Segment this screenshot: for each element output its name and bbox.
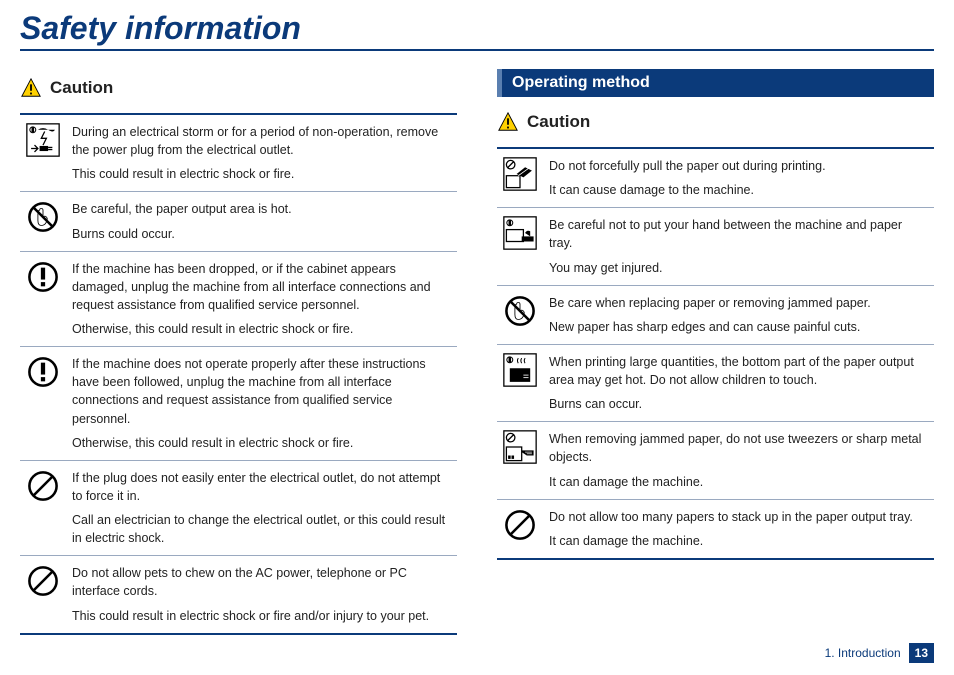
row-text: Be care when replacing paper or removing… xyxy=(543,285,934,344)
section-header-operating: Operating method xyxy=(497,69,934,97)
table-row: During an electrical storm or for a peri… xyxy=(20,114,457,192)
text-line: You may get injured. xyxy=(549,259,928,277)
caution-icon xyxy=(497,111,519,133)
table-row: Be careful, the paper output area is hot… xyxy=(20,192,457,251)
text-line: Do not forcefully pull the paper out dur… xyxy=(549,157,928,175)
text-line: Be careful not to put your hand between … xyxy=(549,216,928,252)
icon-cell xyxy=(20,347,66,461)
left-column: Caution xyxy=(20,69,457,635)
text-line: New paper has sharp edges and can cause … xyxy=(549,318,928,336)
no-touch-icon xyxy=(26,200,60,234)
page-number: 13 xyxy=(909,643,934,663)
text-line: Be care when replacing paper or removing… xyxy=(549,294,928,312)
text-line: Be careful, the paper output area is hot… xyxy=(72,200,451,218)
row-text: If the machine does not operate properly… xyxy=(66,347,457,461)
no-tools-icon xyxy=(503,430,537,464)
text-line: Burns could occur. xyxy=(72,225,451,243)
caution-label: Caution xyxy=(50,78,113,98)
icon-cell xyxy=(20,114,66,192)
text-line: Burns can occur. xyxy=(549,395,928,413)
text-line: If the machine has been dropped, or if t… xyxy=(72,260,451,314)
row-text: Do not allow too many papers to stack up… xyxy=(543,499,934,559)
left-table: During an electrical storm or for a peri… xyxy=(20,113,457,635)
icon-cell xyxy=(20,460,66,556)
row-text: When removing jammed paper, do not use t… xyxy=(543,422,934,499)
text-line: Do not allow pets to chew on the AC powe… xyxy=(72,564,451,600)
row-text: Be careful not to put your hand between … xyxy=(543,208,934,285)
row-text: If the machine has been dropped, or if t… xyxy=(66,251,457,347)
text-line: During an electrical storm or for a peri… xyxy=(72,123,451,159)
table-row: When removing jammed paper, do not use t… xyxy=(497,422,934,499)
table-row: Do not allow too many papers to stack up… xyxy=(497,499,934,559)
icon-cell xyxy=(20,192,66,251)
text-line: Otherwise, this could result in electric… xyxy=(72,320,451,338)
right-column: Operating method Caution xyxy=(497,69,934,635)
icon-cell xyxy=(20,251,66,347)
icon-cell xyxy=(497,422,543,499)
table-row: If the machine does not operate properly… xyxy=(20,347,457,461)
content-columns: Caution xyxy=(20,69,934,635)
icon-cell xyxy=(497,148,543,208)
icon-cell xyxy=(497,285,543,344)
icon-cell xyxy=(497,499,543,559)
prohibit-icon xyxy=(26,469,60,503)
table-row: Do not forcefully pull the paper out dur… xyxy=(497,148,934,208)
footer-chapter: 1. Introduction xyxy=(825,646,901,660)
text-line: Otherwise, this could result in electric… xyxy=(72,434,451,452)
table-row: When printing large quantities, the bott… xyxy=(497,344,934,421)
hot-area-icon xyxy=(503,353,537,387)
caution-label: Caution xyxy=(527,112,590,132)
row-text: If the plug does not easily enter the el… xyxy=(66,460,457,556)
row-text: When printing large quantities, the bott… xyxy=(543,344,934,421)
text-line: Call an electrician to change the electr… xyxy=(72,511,451,547)
text-line: This could result in electric shock or f… xyxy=(72,607,451,625)
prohibit-icon xyxy=(26,564,60,598)
prohibit-icon xyxy=(503,508,537,542)
right-table: Do not forcefully pull the paper out dur… xyxy=(497,147,934,560)
hand-tray-icon xyxy=(503,216,537,250)
text-line: If the machine does not operate properly… xyxy=(72,355,451,428)
table-row: If the machine has been dropped, or if t… xyxy=(20,251,457,347)
caution-header-right: Caution xyxy=(497,111,934,133)
icon-cell xyxy=(497,208,543,285)
text-line: It can cause damage to the machine. xyxy=(549,181,928,199)
row-text: Do not allow pets to chew on the AC powe… xyxy=(66,556,457,634)
exclamation-icon xyxy=(26,260,60,294)
text-line: This could result in electric shock or f… xyxy=(72,165,451,183)
text-line: When removing jammed paper, do not use t… xyxy=(549,430,928,466)
page-title: Safety information xyxy=(20,10,934,51)
caution-header-left: Caution xyxy=(20,77,457,99)
text-line: It can damage the machine. xyxy=(549,532,928,550)
exclamation-icon xyxy=(26,355,60,389)
pull-paper-icon xyxy=(503,157,537,191)
icon-cell xyxy=(20,556,66,634)
no-touch-icon xyxy=(503,294,537,328)
text-line: Do not allow too many papers to stack up… xyxy=(549,508,928,526)
text-line: It can damage the machine. xyxy=(549,473,928,491)
row-text: Be careful, the paper output area is hot… xyxy=(66,192,457,251)
text-line: If the plug does not easily enter the el… xyxy=(72,469,451,505)
table-row: Be care when replacing paper or removing… xyxy=(497,285,934,344)
row-text: Do not forcefully pull the paper out dur… xyxy=(543,148,934,208)
storm-unplug-icon xyxy=(26,123,60,157)
icon-cell xyxy=(497,344,543,421)
table-row: Be careful not to put your hand between … xyxy=(497,208,934,285)
page-footer: 1. Introduction 13 xyxy=(825,643,934,663)
row-text: During an electrical storm or for a peri… xyxy=(66,114,457,192)
table-row: Do not allow pets to chew on the AC powe… xyxy=(20,556,457,634)
table-row: If the plug does not easily enter the el… xyxy=(20,460,457,556)
text-line: When printing large quantities, the bott… xyxy=(549,353,928,389)
caution-icon xyxy=(20,77,42,99)
